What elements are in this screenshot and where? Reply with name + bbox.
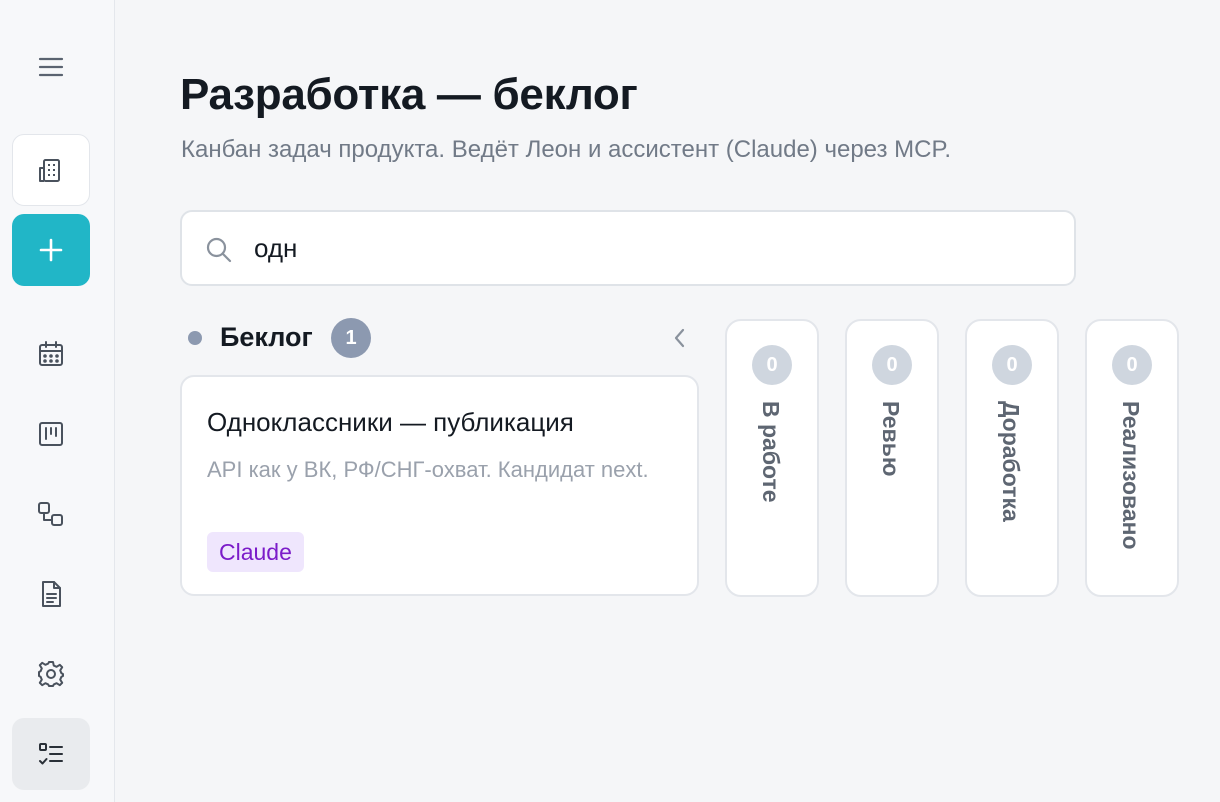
column-count-badge: 0: [872, 345, 912, 385]
column-label: Реализовано: [1118, 401, 1144, 550]
task-card[interactable]: Одноклассники — публикация API как у ВК,…: [180, 375, 699, 596]
organization-button[interactable]: [12, 134, 90, 206]
task-card-title: Одноклассники — публикация: [207, 407, 574, 437]
column-count-badge: 0: [752, 345, 792, 385]
document-icon: [42, 581, 61, 607]
page-subtitle: Канбан задач продукта. Ведёт Леон и асси…: [181, 136, 952, 163]
calendar-button[interactable]: [12, 318, 90, 390]
add-button[interactable]: [12, 214, 90, 286]
column-status-dot: [188, 331, 202, 345]
backlog-column-header: Беклог 1: [180, 318, 700, 358]
column-collapsed-review[interactable]: 0 Ревью: [845, 319, 939, 597]
menu-icon: [38, 57, 64, 77]
column-title: Беклог: [220, 322, 313, 352]
search-input[interactable]: [254, 228, 1054, 268]
tasks-icon: [39, 743, 63, 765]
search-bar[interactable]: [180, 210, 1076, 286]
column-collapsed-rework[interactable]: 0 Доработка: [965, 319, 1059, 597]
column-count-badge: 0: [1112, 345, 1152, 385]
menu-button[interactable]: [12, 31, 90, 103]
column-count-badge: 0: [992, 345, 1032, 385]
gear-icon: [38, 661, 64, 687]
column-collapsed-done[interactable]: 0 Реализовано: [1085, 319, 1179, 597]
plus-icon: [39, 238, 63, 262]
task-card-tag: Claude: [207, 532, 304, 572]
workflow-icon: [38, 502, 63, 526]
settings-button[interactable]: [12, 638, 90, 710]
chevron-left-icon[interactable]: [666, 324, 694, 352]
column-label: Ревью: [878, 401, 904, 477]
task-card-description: API как у ВК, РФ/СНГ-охват. Кандидат nex…: [207, 457, 649, 482]
documents-button[interactable]: [12, 558, 90, 630]
workflow-button[interactable]: [12, 478, 90, 550]
main-content: Разработка — беклог Канбан задач продукт…: [180, 0, 1220, 802]
calendar-icon: [39, 341, 63, 366]
sidebar: [0, 0, 115, 802]
search-icon: [206, 237, 232, 263]
page-title: Разработка — беклог: [180, 70, 638, 119]
column-label: В работе: [758, 401, 784, 503]
column-collapsed-in-progress[interactable]: 0 В работе: [725, 319, 819, 597]
building-icon: [39, 159, 60, 182]
kanban-icon: [39, 422, 63, 446]
column-count-badge: 1: [331, 318, 371, 358]
column-label: Доработка: [998, 401, 1024, 522]
kanban-button[interactable]: [12, 398, 90, 470]
tasks-button[interactable]: [12, 718, 90, 790]
